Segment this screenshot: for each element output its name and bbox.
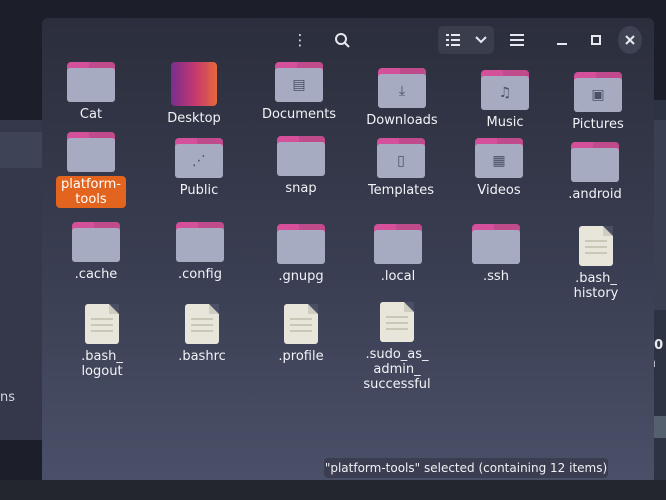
file-item[interactable]: .bash_ logout <box>54 304 150 380</box>
item-label: Documents <box>261 107 337 122</box>
file-grid: Cat Desktop ▤ Documents ⤓ Downloads ♫ Music ▣ Pic… <box>42 18 654 480</box>
folder-icon: ⤓ <box>378 68 426 108</box>
folder-icon: ♫ <box>481 70 529 110</box>
item-label: .bash_ logout <box>81 349 123 379</box>
folder-icon <box>176 222 224 262</box>
folder-item[interactable]: .ssh <box>448 224 544 285</box>
folder-icon: ▯ <box>377 138 425 178</box>
music-icon: ♫ <box>498 85 512 101</box>
item-label: Videos <box>477 183 521 198</box>
text-file-icon <box>284 304 318 344</box>
folder-icon <box>67 62 115 102</box>
folder-icon <box>472 224 520 264</box>
background-text-fragment: ns <box>0 390 16 405</box>
item-label: Templates <box>367 183 435 198</box>
item-label: .bashrc <box>178 349 226 364</box>
document-icon: ▤ <box>292 77 306 93</box>
folder-icon <box>277 136 325 176</box>
background-window-left: ns <box>0 120 48 440</box>
item-label: Pictures <box>572 117 624 132</box>
folder-icon: ▦ <box>475 138 523 178</box>
picture-icon: ▣ <box>591 87 605 103</box>
folder-item[interactable]: ▦ Videos <box>451 138 547 199</box>
item-label: Cat <box>79 107 103 122</box>
item-label: .cache <box>74 267 118 282</box>
folder-icon: ▤ <box>275 62 323 102</box>
folder-item[interactable]: ▣ Pictures <box>550 72 646 133</box>
file-manager-window: ⋮ Cat Desktop ▤ Documents ⤓ Downloads ♫ Music ▣ P… <box>42 18 654 480</box>
folder-item[interactable]: .gnupg <box>253 224 349 285</box>
folder-item[interactable]: Cat <box>43 62 139 123</box>
folder-item[interactable]: Desktop <box>146 62 242 127</box>
item-label: Public <box>179 183 219 198</box>
item-label: snap <box>285 181 317 196</box>
item-label: Music <box>486 115 524 130</box>
folder-icon: ▣ <box>574 72 622 112</box>
item-label: .gnupg <box>278 269 324 284</box>
item-label: Desktop <box>167 111 221 126</box>
status-bar: "platform-tools" selected (containing 12… <box>324 458 608 478</box>
folder-item[interactable]: .cache <box>48 222 144 283</box>
item-label: platform- tools <box>56 176 126 208</box>
video-icon: ▦ <box>492 153 506 169</box>
folder-item[interactable]: ▤ Documents <box>251 62 347 123</box>
file-item[interactable]: .profile <box>253 304 349 365</box>
item-label: Downloads <box>366 113 438 128</box>
text-file-icon <box>579 226 613 266</box>
file-item[interactable]: .sudo_as_ admin_ successful <box>349 302 445 393</box>
text-file-icon <box>380 302 414 342</box>
text-file-icon <box>85 304 119 344</box>
file-item[interactable]: .bash_ history <box>548 226 644 302</box>
desktop-folder-icon <box>171 62 217 106</box>
folder-item[interactable]: ⋰ Public <box>151 138 247 199</box>
folder-item[interactable]: platform- tools <box>43 132 139 208</box>
folder-item[interactable]: snap <box>253 136 349 197</box>
folder-item[interactable]: .android <box>547 142 643 203</box>
folder-icon <box>277 224 325 264</box>
item-label: .local <box>380 269 416 284</box>
bottom-panel <box>0 480 666 500</box>
folder-icon <box>374 224 422 264</box>
item-label: .ssh <box>483 269 509 284</box>
file-item[interactable]: .bashrc <box>154 304 250 365</box>
template-icon: ▯ <box>397 153 405 169</box>
share-icon: ⋰ <box>192 153 206 169</box>
item-label: .bash_ history <box>573 271 619 301</box>
text-file-icon <box>185 304 219 344</box>
item-label: .sudo_as_ admin_ successful <box>363 347 431 392</box>
folder-icon <box>571 142 619 182</box>
item-label: .android <box>568 187 622 202</box>
folder-item[interactable]: .config <box>152 222 248 283</box>
folder-icon <box>67 132 115 172</box>
item-label: .config <box>178 267 222 282</box>
folder-item[interactable]: ▯ Templates <box>353 138 449 199</box>
folder-item[interactable]: ♫ Music <box>457 70 553 131</box>
item-label: .profile <box>278 349 324 364</box>
download-icon: ⤓ <box>398 83 406 99</box>
folder-icon: ⋰ <box>175 138 223 178</box>
folder-item[interactable]: .local <box>350 224 446 285</box>
folder-item[interactable]: ⤓ Downloads <box>354 68 450 129</box>
folder-icon <box>72 222 120 262</box>
background-panel <box>0 132 48 168</box>
